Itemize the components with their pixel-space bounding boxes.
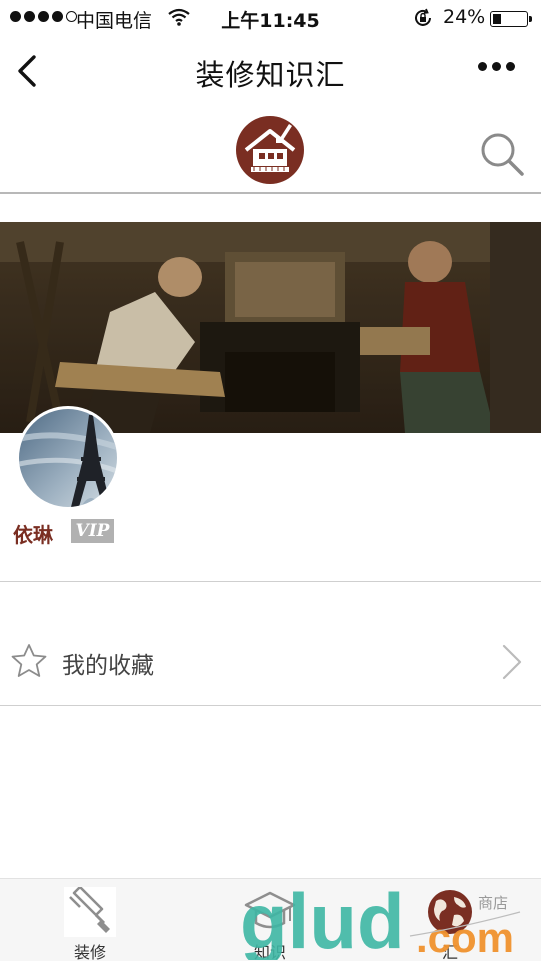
header-logo-row: [0, 106, 541, 194]
navigation-bar: 装修知识汇: [0, 36, 541, 106]
tab-label-hub: 汇: [441, 943, 458, 962]
tab-knowledge[interactable]: 知识: [220, 879, 320, 962]
section-divider-top: [0, 581, 541, 582]
favorites-label: 我的收藏: [62, 653, 154, 679]
globe-icon: [428, 890, 472, 934]
carpenters-illustration: [0, 222, 541, 433]
battery-icon: [490, 11, 532, 27]
battery-fill: [493, 14, 501, 24]
profile-banner-image: [0, 222, 541, 433]
battery-percent: 24%: [443, 6, 486, 28]
tab-bar: 装修 知识 汇: [0, 878, 541, 962]
paint-roller-icon: [64, 887, 116, 937]
eiffel-tower-photo: [19, 409, 117, 507]
page-title: 装修知识汇: [195, 58, 346, 92]
avatar[interactable]: [16, 406, 120, 510]
more-options-icon[interactable]: [478, 62, 515, 71]
rotation-lock-icon: [415, 8, 431, 26]
status-bar: 中国电信 上午11:45 24%: [0, 0, 541, 36]
username: 依琳: [13, 523, 53, 547]
battery-nub: [529, 16, 532, 22]
vip-badge: VIP: [71, 519, 114, 543]
tab-label-knowledge: 知识: [253, 943, 286, 962]
chevron-right-icon: [502, 644, 522, 680]
star-icon: [11, 644, 47, 677]
search-icon[interactable]: [478, 130, 526, 178]
graduation-cap-icon: [244, 891, 296, 929]
tab-hub[interactable]: 汇: [400, 879, 500, 962]
section-divider-bottom: [0, 705, 541, 706]
favorites-row[interactable]: 我的收藏: [0, 615, 541, 705]
house-logo-icon: [236, 116, 304, 184]
tab-decoration[interactable]: 装修: [40, 879, 140, 962]
tab-label-decoration: 装修: [73, 943, 106, 962]
